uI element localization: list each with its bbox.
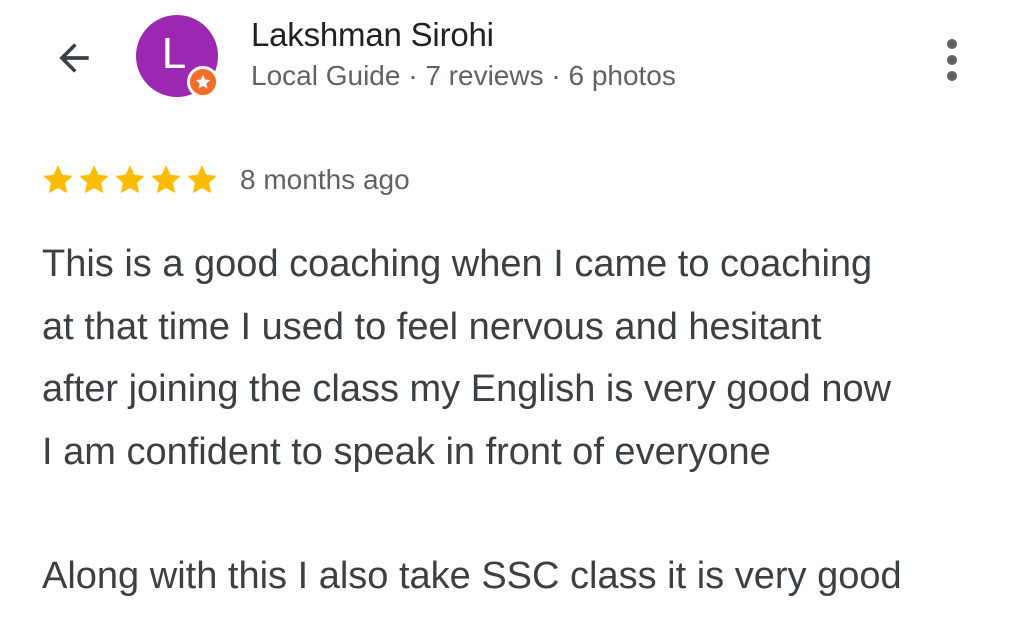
review-paragraph: This is a good coaching when I came to c…	[42, 243, 892, 473]
more-options-button[interactable]	[930, 30, 974, 90]
star-rating	[40, 162, 220, 198]
rating-row: 8 months ago	[40, 158, 410, 202]
review-detail-screen: L Lakshman Sirohi Local Guide · 7 review…	[0, 0, 1024, 630]
star-icon	[151, 165, 181, 194]
review-header: L Lakshman Sirohi Local Guide · 7 review…	[0, 0, 1024, 120]
review-paragraph: Along with this I also take SSC class it…	[42, 555, 902, 597]
local-guide-badge	[187, 66, 219, 98]
back-button[interactable]	[46, 30, 102, 86]
star-icon	[43, 165, 73, 194]
arrow-back-icon	[59, 43, 89, 73]
more-vert-icon-dot	[947, 39, 957, 49]
more-vert-icon-dot	[947, 71, 957, 81]
star-icon	[79, 165, 109, 194]
more-vert-icon-dot	[947, 55, 957, 65]
avatar-letter: L	[161, 29, 187, 78]
star-icon	[115, 165, 145, 194]
star-icon	[187, 165, 217, 194]
reviewer-name[interactable]: Lakshman Sirohi	[251, 16, 494, 54]
review-date: 8 months ago	[240, 164, 410, 195]
local-guide-star-icon	[195, 74, 211, 89]
review-text: This is a good coaching when I came to c…	[42, 233, 1002, 608]
reviewer-meta: Local Guide · 7 reviews · 6 photos	[251, 60, 676, 91]
